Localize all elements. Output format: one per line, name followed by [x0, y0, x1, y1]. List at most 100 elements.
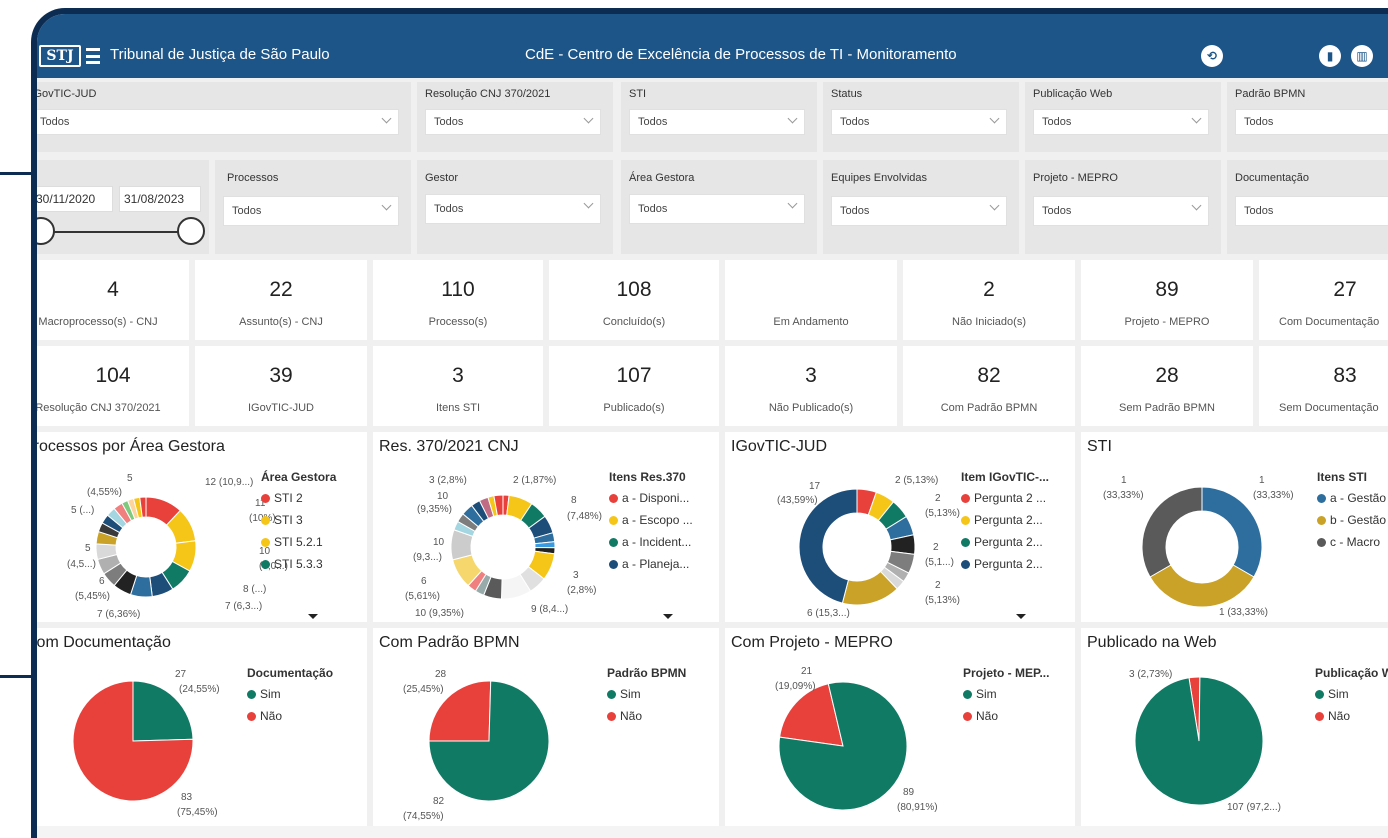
data-label: 6	[421, 576, 427, 587]
data-label: 21	[801, 666, 813, 677]
legend-title: Documentação	[247, 666, 334, 680]
legend-item[interactable]: Pergunta 2...	[961, 513, 1049, 527]
legend-label: STI 3	[274, 513, 303, 527]
legend-item[interactable]: STI 5.2.1	[261, 535, 336, 549]
filter-doc-select[interactable]: Todos	[1235, 196, 1388, 226]
legend-item[interactable]: STI 5.3.3	[261, 557, 336, 571]
dashboard-frame: STJ Tribunal de Justiça de São Paulo CdE…	[31, 8, 1388, 838]
data-label: 17	[809, 481, 821, 492]
kpi-label: Itens STI	[435, 402, 481, 414]
legend-item[interactable]: STI 3	[261, 513, 336, 527]
filter-processos-select[interactable]: Todos	[223, 196, 399, 226]
legend-more-icon[interactable]	[308, 614, 318, 619]
legend-item[interactable]: a - Incident...	[609, 535, 693, 549]
legend-item[interactable]: STI 2	[261, 491, 336, 505]
legend-dot	[261, 537, 270, 547]
filter-equipes-select[interactable]: Todos	[831, 196, 1007, 226]
date-slider-track[interactable]	[42, 231, 188, 233]
kpi-label: IGovTIC-JUD	[248, 402, 314, 414]
tj-title: Tribunal de Justiça de São Paulo	[110, 46, 330, 63]
legend-bpmn: Padrão BPMN Sim Não	[607, 666, 686, 731]
legend-item[interactable]: Sim	[963, 687, 1049, 701]
legend-more-icon[interactable]	[663, 614, 673, 619]
legend-item[interactable]: Não	[247, 709, 333, 723]
data-label: 10	[437, 491, 449, 502]
legend-item[interactable]: Sim	[607, 687, 686, 701]
legend-dot	[963, 711, 972, 721]
legend-dot	[609, 559, 618, 569]
legend-item[interactable]: a - Gestão	[1317, 491, 1386, 505]
legend-item[interactable]: a - Planeja...	[609, 557, 693, 571]
legend-area: Área Gestora STI 2 STI 3 STI 5.2.1 STI 5…	[261, 470, 336, 579]
header-bar: STJ Tribunal de Justiça de São Paulo CdE…	[37, 14, 1388, 78]
legend-label: STI 5.2.1	[274, 535, 323, 549]
chevron-down-icon	[787, 198, 798, 209]
data-label: (24,55%)	[179, 684, 220, 695]
filter-area-select[interactable]: Todos	[629, 194, 805, 224]
data-label: 12 (10,9...)	[205, 477, 253, 488]
legend-item[interactable]: a - Escopo ...	[609, 513, 693, 527]
kpi-label: Sem Documentação	[1279, 402, 1379, 414]
data-label: 83	[181, 792, 193, 803]
legend-title: Área Gestora	[261, 470, 337, 484]
date-slider-end-handle[interactable]	[177, 217, 205, 245]
legend-item[interactable]: Pergunta 2 ...	[961, 491, 1049, 505]
panel-title: STI	[1087, 438, 1112, 455]
filter-gestor: Gestor Todos	[417, 160, 613, 254]
legend-sti: Itens STI a - Gestão b - Gestão c - Macr…	[1317, 470, 1386, 557]
kpi-label: Processo(s)	[428, 316, 488, 328]
filter-gestor-select[interactable]: Todos	[425, 194, 601, 224]
legend-item[interactable]: b - Gestão	[1317, 513, 1386, 527]
legend-item[interactable]: Não	[1315, 709, 1388, 723]
legend-label: STI 5.3.3	[274, 557, 323, 571]
data-label: (4,5...)	[67, 559, 96, 570]
legend-label: Sim	[1328, 687, 1349, 701]
legend-item[interactable]: Não	[607, 709, 686, 723]
legend-igov: Item IGovTIC-... Pergunta 2 ... Pergunta…	[961, 470, 1049, 579]
page-title: CdE - Centro de Excelência de Processos …	[525, 46, 957, 63]
date-end[interactable]: 31/08/2023	[119, 186, 201, 212]
pie-slice[interactable]	[1141, 486, 1203, 578]
legend-item[interactable]: Sim	[1315, 687, 1388, 701]
kpi-label: Resolução CNJ 370/2021	[35, 402, 161, 414]
filter-label: Projeto - MEPRO	[1033, 172, 1118, 184]
legend-item[interactable]: Pergunta 2...	[961, 535, 1049, 549]
filter-bpmn-select[interactable]: Todos	[1235, 109, 1388, 135]
data-label: (33,33%)	[1103, 490, 1144, 501]
reset-icon[interactable]: ⟲	[1201, 45, 1223, 67]
legend-item[interactable]: Sim	[247, 687, 333, 701]
kpi-label: Concluído(s)	[602, 316, 666, 328]
filter-value: Todos	[840, 116, 870, 128]
filter-mepro-select[interactable]: Todos	[1033, 196, 1209, 226]
kpi-label: Assunto(s) - CNJ	[239, 316, 323, 328]
panel-title: IGovTIC-JUD	[731, 438, 827, 455]
filter-sti-select[interactable]: Todos	[629, 109, 805, 135]
data-label: (74,55%)	[403, 811, 444, 822]
kpi-concluidos: 108 Concluído(s)	[549, 260, 719, 340]
document-icon[interactable]: ▮	[1319, 45, 1341, 67]
report-icon[interactable]: ▥	[1351, 45, 1373, 67]
filter-publicacao-select[interactable]: Todos	[1033, 109, 1209, 135]
filter-value: Todos	[40, 116, 70, 128]
data-label: 28	[435, 669, 447, 680]
legend-dot	[961, 537, 970, 547]
filter-status-select[interactable]: Todos	[831, 109, 1007, 135]
legend-more-icon[interactable]	[1016, 614, 1026, 619]
filter-label: Equipes Envolvidas	[831, 172, 928, 184]
pie-slice[interactable]	[1149, 564, 1255, 608]
filter-padrao-bpmn: Padrão BPMN Todos	[1227, 82, 1388, 152]
kpi-itens-sti: 3 Itens STI	[373, 346, 543, 426]
legend-label: a - Gestão	[1330, 491, 1387, 505]
legend-item[interactable]: Pergunta 2...	[961, 557, 1049, 571]
date-start[interactable]: 30/11/2020	[37, 186, 113, 212]
filter-resolucao-select[interactable]: Todos	[425, 109, 601, 135]
filter-documentacao: Documentação Todos	[1227, 160, 1388, 254]
legend-item[interactable]: a - Disponi...	[609, 491, 693, 505]
chevron-down-icon	[989, 113, 1000, 124]
filter-igovtic-select[interactable]: Todos	[37, 109, 399, 135]
legend-item[interactable]: Não	[963, 709, 1049, 723]
legend-item[interactable]: c - Macro	[1317, 535, 1386, 549]
data-label: 8 (...)	[243, 584, 266, 595]
panel-documentacao: Com Documentação 27 (24,55%) 83 (75,45%)…	[37, 628, 367, 826]
kpi-value: 28	[1155, 364, 1179, 387]
